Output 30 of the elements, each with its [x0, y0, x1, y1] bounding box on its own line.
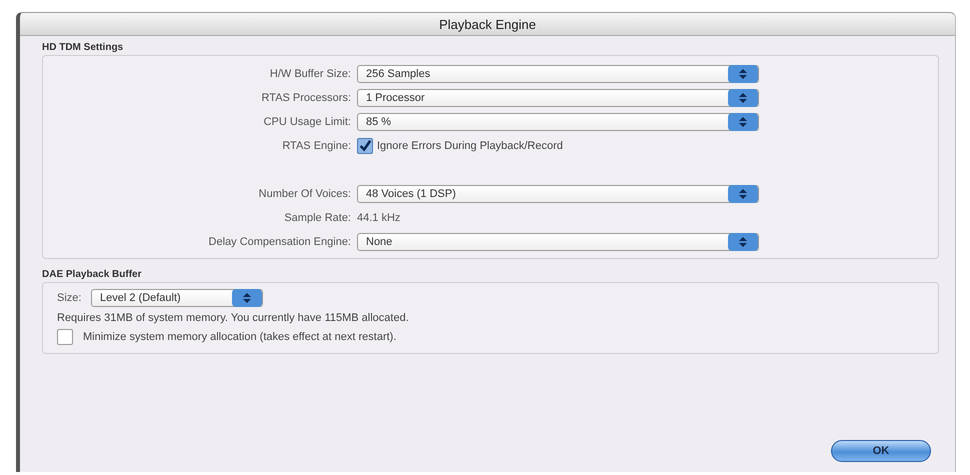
- dropdown-arrows-icon: [728, 65, 758, 83]
- field-label: CPU Usage Limit:: [264, 116, 351, 128]
- dropdown-arrows-icon: [232, 289, 262, 307]
- checkbox[interactable]: [57, 329, 73, 345]
- dropdown[interactable]: 256 Samples: [357, 65, 759, 83]
- field-label: Size:: [57, 292, 82, 304]
- dropdown-arrows-icon: [728, 113, 758, 131]
- dropdown[interactable]: 1 Processor: [357, 89, 759, 107]
- dropdown[interactable]: 85 %: [357, 113, 759, 131]
- field-label: RTAS Processors:: [262, 92, 351, 104]
- field-label: Number Of Voices:: [258, 188, 351, 200]
- field-value: 44.1 kHz: [357, 212, 400, 224]
- group-title: DAE Playback Buffer: [42, 269, 142, 280]
- field-label: RTAS Engine:: [282, 140, 351, 152]
- checkbox-label: Minimize system memory allocation (takes effect at next restart).: [83, 331, 396, 343]
- dropdown-arrows-icon: [728, 233, 758, 251]
- checkbox-label: Ignore Errors During Playback/Record: [377, 140, 563, 152]
- ok-button[interactable]: OK: [831, 440, 931, 462]
- field-label: Delay Compensation Engine:: [208, 236, 351, 248]
- dropdown[interactable]: 48 Voices (1 DSP): [357, 185, 759, 203]
- dropdown-arrows-icon: [728, 89, 758, 107]
- dropdown[interactable]: Level 2 (Default): [91, 289, 263, 307]
- group-title: HD TDM Settings: [42, 42, 124, 53]
- dropdown-arrows-icon: [728, 185, 758, 203]
- field-label: H/W Buffer Size:: [270, 68, 351, 80]
- field-label: Sample Rate:: [284, 212, 351, 224]
- dropdown[interactable]: None: [357, 233, 759, 251]
- memory-note: Requires 31MB of system memory. You currently have 115MB allocated.: [57, 312, 410, 324]
- window-title: Playback Engine: [439, 16, 536, 32]
- checkbox[interactable]: [357, 138, 373, 154]
